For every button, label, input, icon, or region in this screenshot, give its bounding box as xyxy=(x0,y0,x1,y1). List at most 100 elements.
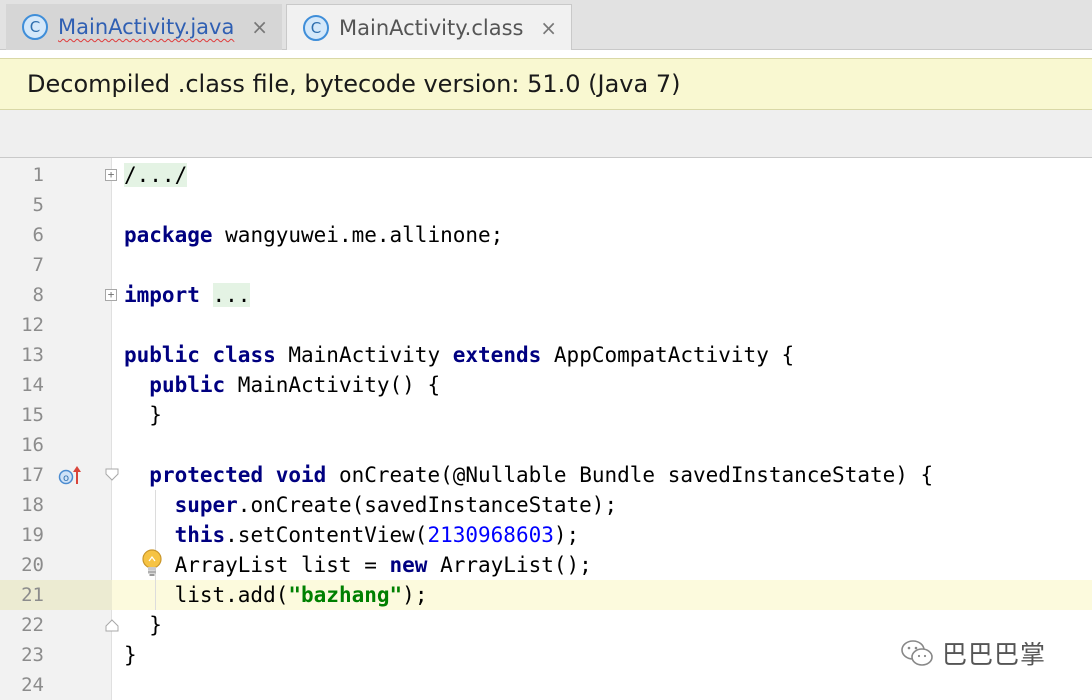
code-text: public MainActivity() { xyxy=(124,370,440,400)
keyword-token: void xyxy=(275,463,327,487)
code-line-13[interactable]: 13 public class MainActivity extends AppC… xyxy=(0,340,1092,370)
keyword-token: public xyxy=(124,343,200,367)
string-literal: "bazhang" xyxy=(288,583,403,607)
banner-text: Decompiled .class file, bytecode version… xyxy=(27,70,681,98)
code-line-18[interactable]: 18 super.onCreate(savedInstanceState); xyxy=(0,490,1092,520)
line-number: 1 xyxy=(32,164,44,186)
folded-region[interactable]: /.../ xyxy=(124,163,188,187)
fold-expand-icon[interactable]: + xyxy=(105,289,117,301)
keyword-token: this xyxy=(174,523,226,547)
code-text: public class MainActivity extends AppCom… xyxy=(124,340,794,370)
keyword-token: class xyxy=(212,343,276,367)
code-text: import ... xyxy=(124,280,251,310)
code-text: ArrayList list = new ArrayList(); xyxy=(124,550,592,580)
code-line-21[interactable]: 21 list.add("bazhang"); xyxy=(0,580,1092,610)
code-text: this.setContentView(2130968603); xyxy=(124,520,580,550)
watermark: 巴巴巴掌 xyxy=(900,636,1046,670)
code-token: MainActivity xyxy=(275,343,453,367)
line-number: 24 xyxy=(21,674,44,696)
code-token: ArrayList(); xyxy=(427,553,592,577)
keyword-token: protected xyxy=(149,463,264,487)
tab-label: MainActivity.java xyxy=(58,15,235,39)
line-number: 8 xyxy=(32,284,44,306)
keyword-token: super xyxy=(174,493,238,517)
fold-expand-icon[interactable]: + xyxy=(105,169,117,181)
keyword-token: public xyxy=(149,373,226,397)
line-number: 23 xyxy=(21,644,44,666)
code-line-14[interactable]: 14 public MainActivity() { xyxy=(0,370,1092,400)
fold-end-icon[interactable] xyxy=(104,618,120,632)
code-token: .setContentView( xyxy=(225,523,428,547)
code-text: /.../ xyxy=(124,160,188,190)
line-number: 17 xyxy=(21,464,44,486)
code-text: package wangyuwei.me.allinone; xyxy=(124,220,503,250)
code-line-15[interactable]: 15 } xyxy=(0,400,1092,430)
code-line-7[interactable]: 7 xyxy=(0,250,1092,280)
line-number: 18 xyxy=(21,494,44,516)
close-tab-icon[interactable]: × xyxy=(251,16,268,38)
code-text: list.add("bazhang"); xyxy=(124,580,428,610)
code-text: } xyxy=(124,610,162,640)
code-line-8[interactable]: 8 + import ... xyxy=(0,280,1092,310)
folded-region[interactable]: ... xyxy=(212,283,251,307)
line-number: 5 xyxy=(32,194,44,216)
keyword-token: extends xyxy=(452,343,542,367)
code-token: AppCompatActivity { xyxy=(541,343,795,367)
code-token: MainActivity() { xyxy=(225,373,441,397)
code-token: list.add( xyxy=(124,583,289,607)
editor-toolbar-strip xyxy=(0,110,1092,158)
wechat-logo-icon xyxy=(901,640,933,666)
override-method-icon[interactable]: o xyxy=(58,464,84,486)
code-token: ); xyxy=(553,523,580,547)
code-text: } xyxy=(124,640,137,670)
code-text: } xyxy=(124,400,162,430)
tab-label: MainActivity.class xyxy=(339,15,524,40)
code-line-24[interactable]: 24 xyxy=(0,670,1092,700)
tab-mainactivity-java[interactable]: C MainActivity.java × xyxy=(6,4,282,50)
code-token: .onCreate(savedInstanceState); xyxy=(237,493,618,517)
code-text: protected void onCreate(@Nullable Bundle… xyxy=(124,460,933,490)
code-line-1[interactable]: 1 + /.../ xyxy=(0,160,1092,190)
code-line-16[interactable]: 16 xyxy=(0,430,1092,460)
code-token: onCreate(@Nullable Bundle savedInstanceS… xyxy=(326,463,934,487)
line-number: 16 xyxy=(21,434,44,456)
line-number: 6 xyxy=(32,224,44,246)
line-number: 15 xyxy=(21,404,44,426)
code-token: wangyuwei.me.allinone; xyxy=(212,223,504,247)
code-line-19[interactable]: 19 this.setContentView(2130968603); xyxy=(0,520,1092,550)
class-c-icon: C xyxy=(22,14,48,40)
svg-text:o: o xyxy=(63,473,69,484)
code-token: ); xyxy=(402,583,428,607)
line-number: 20 xyxy=(21,554,44,576)
code-line-6[interactable]: 6 package wangyuwei.me.allinone; xyxy=(0,220,1092,250)
line-number: 19 xyxy=(21,524,44,546)
code-token: } xyxy=(124,403,162,427)
code-line-5[interactable]: 5 xyxy=(0,190,1092,220)
close-tab-icon[interactable]: × xyxy=(540,17,557,39)
code-text: super.onCreate(savedInstanceState); xyxy=(124,490,618,520)
line-number: 12 xyxy=(21,314,44,336)
class-c-icon: C xyxy=(303,14,329,41)
number-literal: 2130968603 xyxy=(427,523,554,547)
fold-collapse-icon[interactable] xyxy=(104,468,120,482)
editor-tab-bar: C MainActivity.java × C MainActivity.cla… xyxy=(0,0,1092,50)
code-editor[interactable]: 1 + /.../ 5 6 package wangyuwei.me.allinone; 7… xyxy=(0,158,1092,700)
tab-mainactivity-class[interactable]: C MainActivity.class × xyxy=(286,4,572,50)
line-number: 14 xyxy=(21,374,44,396)
code-token: } xyxy=(124,643,137,667)
line-number: 22 xyxy=(21,614,44,636)
code-line-17[interactable]: 17 protected void onCreate(@Nullable Bun… xyxy=(0,460,1092,490)
code-token: } xyxy=(124,613,162,637)
keyword-token: import xyxy=(124,283,200,307)
intention-bulb-icon[interactable] xyxy=(140,548,164,578)
line-number: 7 xyxy=(32,254,44,276)
keyword-token: new xyxy=(389,553,428,577)
code-line-12[interactable]: 12 xyxy=(0,310,1092,340)
